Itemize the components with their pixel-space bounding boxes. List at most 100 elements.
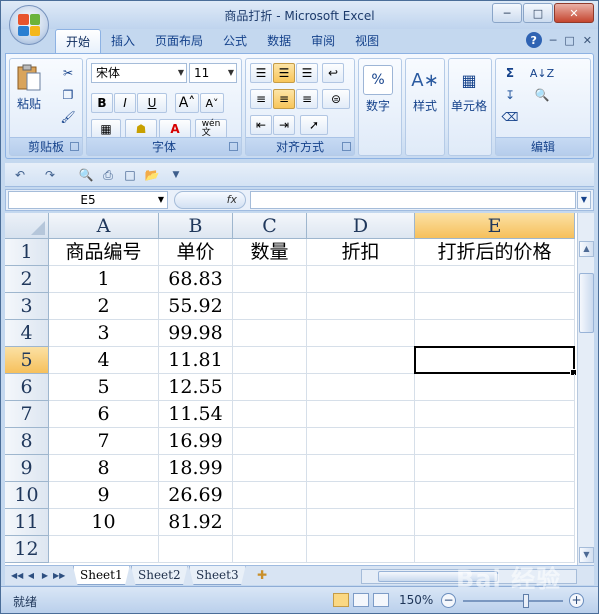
cell-c1[interactable]: 数量	[233, 239, 307, 266]
cell-a12[interactable]	[49, 536, 159, 563]
insert-function-button[interactable]: fx	[174, 191, 246, 209]
sheet-tab-sheet1[interactable]: Sheet1	[73, 566, 130, 585]
customize-qat-icon[interactable]: ▼	[167, 166, 185, 184]
vertical-scrollbar[interactable]: ▲ ▼	[577, 213, 594, 565]
column-header-e[interactable]: E	[415, 213, 575, 239]
bold-button[interactable]: B	[91, 93, 113, 113]
cell-b7[interactable]: 11.54	[159, 401, 233, 428]
cell-d11[interactable]	[307, 509, 415, 536]
cell-b2[interactable]: 68.83	[159, 266, 233, 293]
grow-font-icon[interactable]: A˄	[175, 93, 199, 113]
expand-formula-icon[interactable]: ▼	[577, 191, 591, 209]
row-header-3[interactable]: 3	[5, 293, 49, 320]
row-header-10[interactable]: 10	[5, 482, 49, 509]
cell-d5[interactable]	[307, 347, 415, 374]
cell-d10[interactable]	[307, 482, 415, 509]
copy-icon[interactable]: ❐	[58, 85, 78, 105]
zoom-slider[interactable]: − +	[441, 592, 591, 610]
clipboard-launcher-icon[interactable]	[70, 142, 79, 151]
cell-a4[interactable]: 3	[49, 320, 159, 347]
cell-e3[interactable]	[415, 293, 575, 320]
zoom-knob[interactable]	[523, 594, 529, 608]
next-sheet-icon[interactable]: ▶	[39, 569, 51, 583]
cell-c4[interactable]	[233, 320, 307, 347]
align-center-icon[interactable]: ≡	[273, 89, 295, 109]
cell-e6[interactable]	[415, 374, 575, 401]
cell-a5[interactable]: 4	[49, 347, 159, 374]
cell-c12[interactable]	[233, 536, 307, 563]
cell-a10[interactable]: 9	[49, 482, 159, 509]
cell-b6[interactable]: 12.55	[159, 374, 233, 401]
clear-icon[interactable]: ⌫	[500, 107, 520, 127]
row-header-12[interactable]: 12	[5, 536, 49, 563]
sheet-tab-sheet3[interactable]: Sheet3	[189, 566, 246, 585]
tab-insert[interactable]: 插入	[101, 29, 145, 53]
cells-button[interactable]: ▦ 单元格	[451, 65, 487, 114]
cell-b4[interactable]: 99.98	[159, 320, 233, 347]
cell-e10[interactable]	[415, 482, 575, 509]
borders-icon[interactable]: ▦	[91, 119, 121, 139]
phonetic-button[interactable]: wén 文	[195, 119, 227, 139]
cell-b12[interactable]	[159, 536, 233, 563]
fill-color-icon[interactable]: ☗	[125, 119, 157, 139]
column-header-c[interactable]: C	[233, 213, 307, 239]
styles-button[interactable]: A∗ 样式	[410, 65, 440, 114]
italic-button[interactable]: I	[114, 93, 136, 113]
cell-e7[interactable]	[415, 401, 575, 428]
tab-review[interactable]: 审阅	[301, 29, 345, 53]
align-bottom-icon[interactable]: ☰	[296, 63, 318, 83]
normal-view-icon[interactable]	[333, 593, 349, 607]
align-top-icon[interactable]: ☰	[250, 63, 272, 83]
cell-d2[interactable]	[307, 266, 415, 293]
print-icon[interactable]: ⎙	[99, 166, 117, 184]
cell-c2[interactable]	[233, 266, 307, 293]
cell-a3[interactable]: 2	[49, 293, 159, 320]
tab-home[interactable]: 开始	[55, 29, 102, 53]
row-header-4[interactable]: 4	[5, 320, 49, 347]
cell-c8[interactable]	[233, 428, 307, 455]
sheet-tab-sheet2[interactable]: Sheet2	[131, 566, 188, 585]
row-header-11[interactable]: 11	[5, 509, 49, 536]
row-header-2[interactable]: 2	[5, 266, 49, 293]
print-preview-icon[interactable]: 🔍	[77, 166, 95, 184]
minimize-button[interactable]: ─	[492, 3, 522, 23]
cell-d8[interactable]	[307, 428, 415, 455]
autosum-icon[interactable]: Σ	[500, 63, 520, 83]
font-launcher-icon[interactable]	[229, 142, 238, 151]
cell-c3[interactable]	[233, 293, 307, 320]
cut-icon[interactable]: ✂	[58, 63, 78, 83]
cell-b8[interactable]: 16.99	[159, 428, 233, 455]
cell-e1[interactable]: 打折后的价格	[415, 239, 575, 266]
font-size-combo[interactable]: 11 ▼	[189, 63, 237, 83]
cell-b1[interactable]: 单价	[159, 239, 233, 266]
cell-c5[interactable]	[233, 347, 307, 374]
format-painter-icon[interactable]: 🖌	[58, 107, 78, 127]
cell-b10[interactable]: 26.69	[159, 482, 233, 509]
cell-d9[interactable]	[307, 455, 415, 482]
row-header-1[interactable]: 1	[5, 239, 49, 266]
cell-a1[interactable]: 商品编号	[49, 239, 159, 266]
close-button[interactable]: ✕	[554, 3, 594, 23]
cell-a7[interactable]: 6	[49, 401, 159, 428]
font-color-icon[interactable]: A	[159, 119, 191, 139]
increase-indent-icon[interactable]: ⇥	[273, 115, 295, 135]
cell-a6[interactable]: 5	[49, 374, 159, 401]
help-icon[interactable]: ?	[525, 32, 542, 48]
cell-c9[interactable]	[233, 455, 307, 482]
tab-data[interactable]: 数据	[257, 29, 301, 53]
wrap-text-icon[interactable]: ↩	[322, 63, 344, 83]
worksheet-grid[interactable]: A B C D E 1 商品编号 单价 数量 折扣 打折后的价格 2 1 68.83 3 2 55.92 4 3 99…	[5, 213, 577, 565]
new-file-icon[interactable]: □	[121, 166, 139, 184]
select-all-button[interactable]	[5, 213, 49, 239]
row-header-8[interactable]: 8	[5, 428, 49, 455]
ribbon-close-icon[interactable]: ✕	[583, 34, 592, 47]
column-header-b[interactable]: B	[159, 213, 233, 239]
shrink-font-icon[interactable]: A˅	[200, 93, 224, 113]
cell-d7[interactable]	[307, 401, 415, 428]
fill-icon[interactable]: ↧	[500, 85, 520, 105]
page-layout-view-icon[interactable]	[353, 593, 369, 607]
sort-filter-icon[interactable]: A↓Z	[530, 63, 554, 83]
ribbon-restore-icon[interactable]: □	[564, 34, 574, 47]
cell-d6[interactable]	[307, 374, 415, 401]
cell-e11[interactable]	[415, 509, 575, 536]
